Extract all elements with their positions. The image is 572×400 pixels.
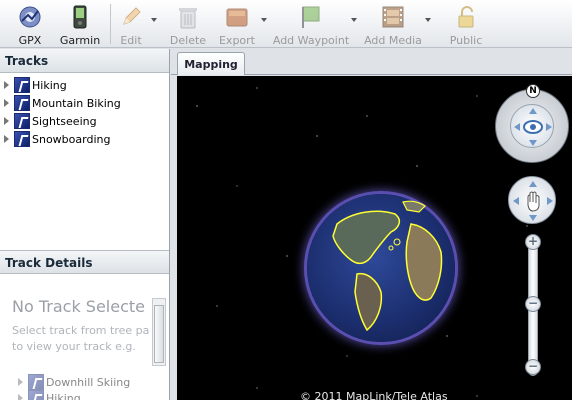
- chevron-down-icon[interactable]: [425, 18, 431, 22]
- add-waypoint-label: Add Waypoint: [272, 34, 350, 47]
- sightseeing-icon: [14, 113, 30, 129]
- delete-label: Delete: [169, 34, 207, 47]
- details-scrollbar[interactable]: [152, 298, 166, 366]
- hand-icon: [513, 181, 553, 221]
- scrollbar-thumb[interactable]: [154, 305, 164, 363]
- left-panel: Tracks Hiking Mountain Biking Sightseein…: [0, 49, 170, 400]
- chevron-down-icon[interactable]: [151, 18, 157, 22]
- garmin-button[interactable]: Garmin: [58, 0, 102, 48]
- expand-arrow-icon[interactable]: [4, 117, 9, 125]
- empty-state-line: to view your track e.g.: [12, 340, 136, 353]
- expand-arrow-icon: [18, 378, 23, 386]
- edit-button[interactable]: Edit: [116, 0, 146, 48]
- eye-icon: [514, 108, 552, 146]
- garmin-label: Garmin: [59, 34, 101, 47]
- expand-arrow-icon[interactable]: [4, 99, 9, 107]
- pan-control[interactable]: [508, 176, 556, 224]
- tree-item-label: Hiking: [32, 78, 67, 92]
- garmin-device-icon: [68, 5, 92, 29]
- tree-item-sightseeing[interactable]: Sightseeing: [0, 112, 169, 130]
- chevron-down-icon[interactable]: [351, 18, 357, 22]
- expand-arrow-icon: [18, 394, 23, 400]
- tree-item-label: Mountain Biking: [32, 96, 121, 110]
- zoom-in-button[interactable]: +: [525, 234, 541, 250]
- track-details-panel: Track Details No Track Selecte Select tr…: [0, 250, 169, 400]
- toolbar: GPX Garmin Edit Delete Export Add Waypoi…: [0, 0, 572, 48]
- export-button[interactable]: Export: [217, 0, 257, 48]
- track-details-header: Track Details: [0, 250, 169, 274]
- film-strip-icon: [381, 5, 405, 29]
- preview-item-label: Downhill Skiing: [46, 375, 131, 389]
- main-tabstrip: Mapping: [171, 49, 572, 75]
- look-joystick[interactable]: [510, 104, 554, 148]
- compass-control[interactable]: [495, 89, 569, 163]
- globe[interactable]: [307, 194, 455, 342]
- preview-item-label: Hiking: [46, 391, 81, 400]
- public-button[interactable]: Public: [448, 0, 484, 48]
- biker-icon: [14, 95, 30, 111]
- gpx-icon: [18, 5, 42, 29]
- map-copyright: © 2011 MapLink/Tele Atlas: [300, 390, 448, 400]
- add-waypoint-button[interactable]: Add Waypoint: [272, 0, 350, 48]
- gpx-button[interactable]: GPX: [8, 0, 52, 48]
- expand-arrow-icon[interactable]: [4, 135, 9, 143]
- north-indicator[interactable]: N: [526, 84, 540, 98]
- add-media-button[interactable]: Add Media: [364, 0, 422, 48]
- tree-item-label: Sightseeing: [32, 114, 97, 128]
- hiker-icon: [14, 77, 30, 93]
- export-label: Export: [218, 34, 255, 47]
- tracks-tree: Hiking Mountain Biking Sightseeing Snowb…: [0, 73, 169, 148]
- empty-state-title: No Track Selecte: [12, 297, 145, 316]
- tree-item-mountain-biking[interactable]: Mountain Biking: [0, 94, 169, 112]
- edit-label: Edit: [120, 34, 142, 47]
- padlock-icon: [454, 5, 478, 29]
- skier-icon: [28, 374, 44, 390]
- toolbar-divider: [110, 4, 111, 44]
- tree-item-snowboarding[interactable]: Snowboarding: [0, 130, 169, 148]
- zoom-handle[interactable]: −: [525, 296, 541, 312]
- preview-item-downhill-skiing: Downhill Skiing: [18, 374, 130, 390]
- empty-state-text: Select track from tree pa to view your t…: [12, 323, 152, 355]
- zoom-out-button[interactable]: −: [525, 359, 541, 375]
- hiker-icon: [28, 390, 44, 400]
- tracks-header: Tracks: [0, 49, 169, 73]
- add-media-label: Add Media: [364, 34, 422, 47]
- empty-state-line: Select track from tree pa: [12, 324, 150, 337]
- tab-mapping[interactable]: Mapping: [177, 52, 245, 75]
- chevron-down-icon[interactable]: [261, 18, 267, 22]
- export-box-icon: [225, 5, 249, 29]
- tree-item-label: Snowboarding: [32, 132, 111, 146]
- delete-button[interactable]: Delete: [170, 0, 206, 48]
- continents-outline: [332, 200, 443, 332]
- expand-arrow-icon[interactable]: [4, 81, 9, 89]
- preview-item-hiking: Hiking: [18, 390, 81, 400]
- waypoint-flag-icon: [299, 5, 323, 29]
- map-view[interactable]: © 2011 MapLink/Tele Atlas N + − −: [177, 76, 572, 400]
- tree-item-hiking[interactable]: Hiking: [0, 76, 169, 94]
- edit-pencil-icon: [119, 5, 143, 29]
- track-details-body: No Track Selecte Select track from tree …: [0, 276, 169, 400]
- trash-icon: [176, 5, 200, 29]
- snowboarder-icon: [14, 131, 30, 147]
- public-label: Public: [449, 34, 483, 47]
- gpx-label: GPX: [18, 34, 42, 47]
